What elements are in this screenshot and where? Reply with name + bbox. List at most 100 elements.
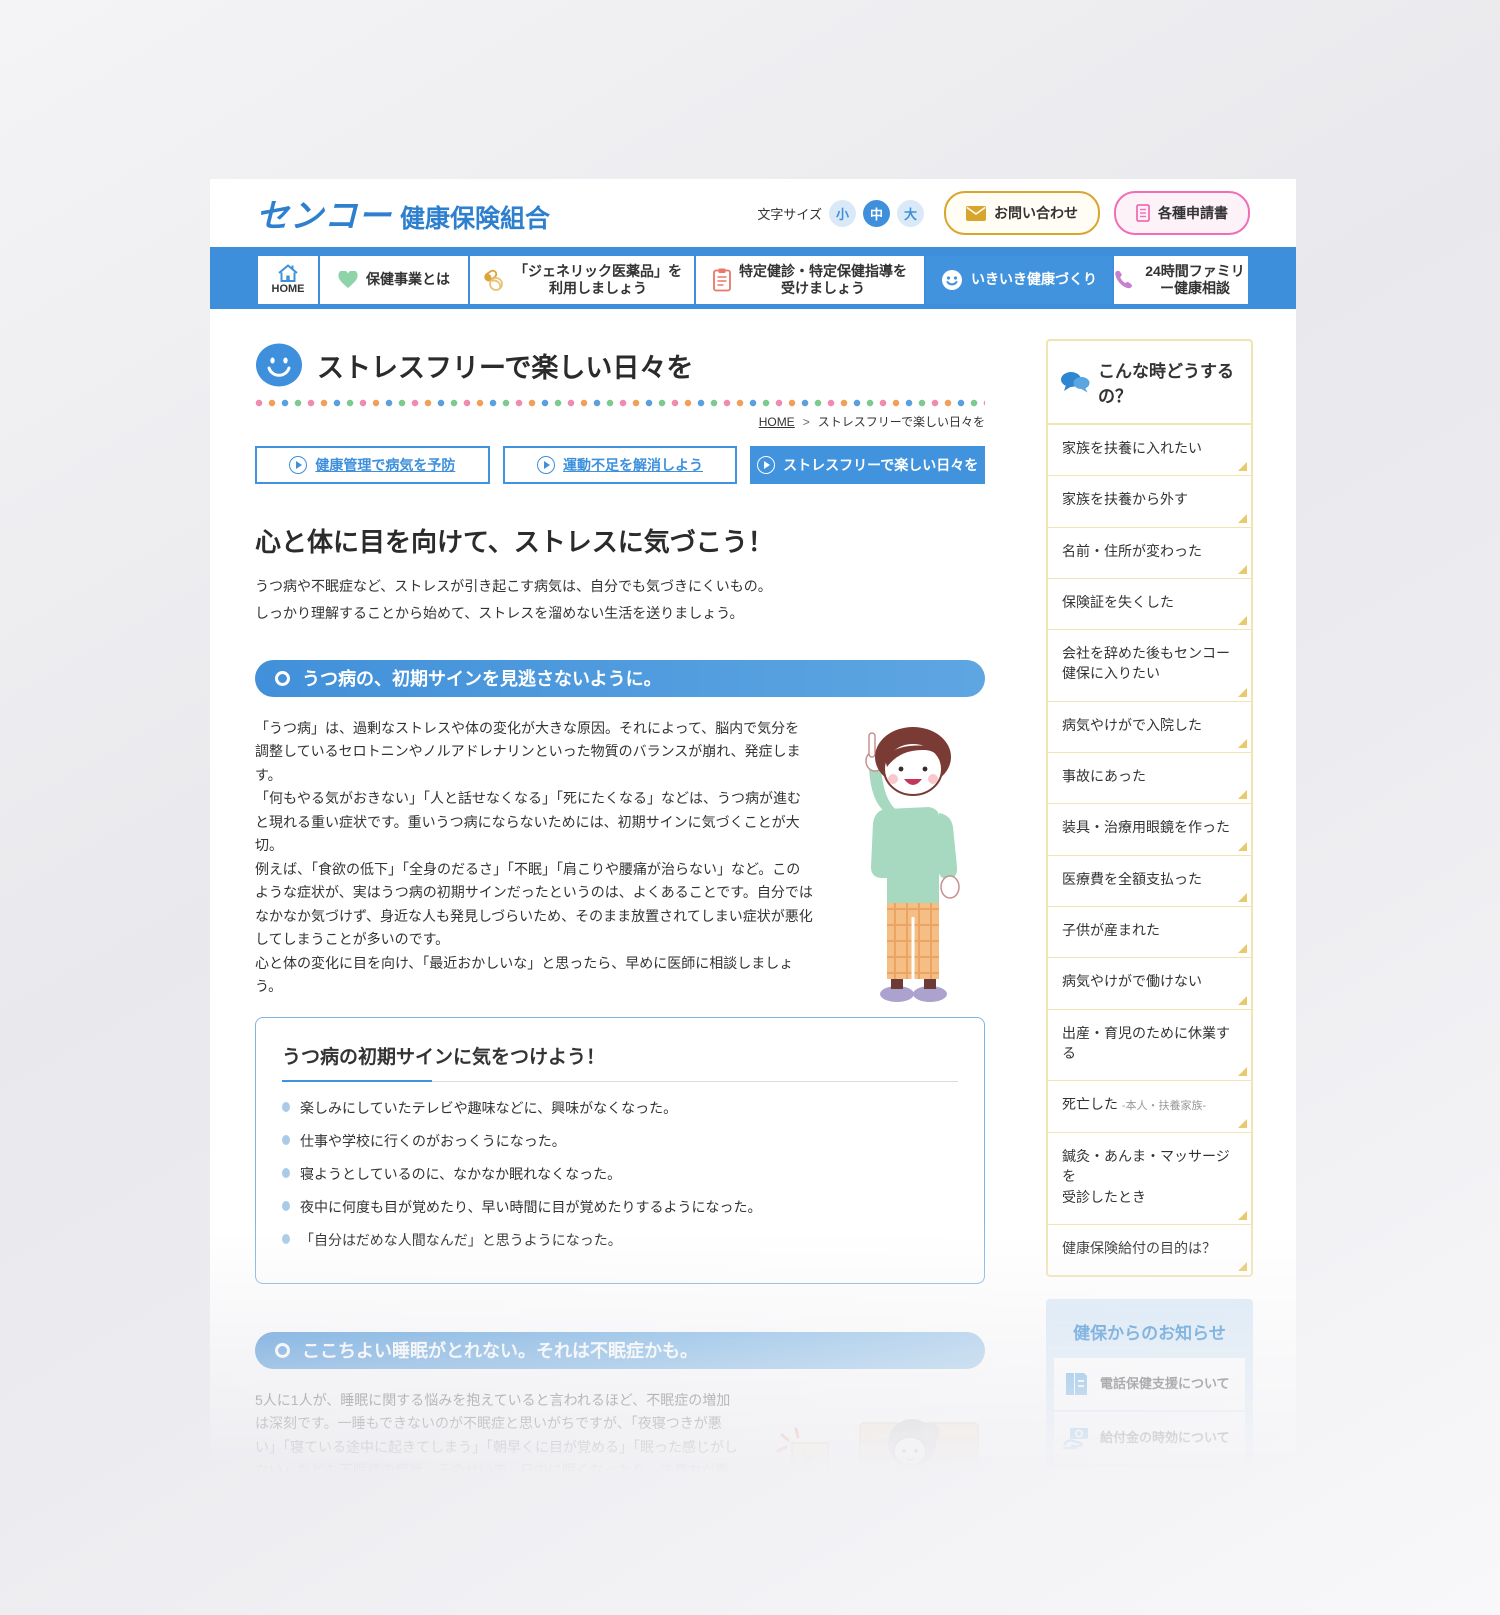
tab-stress-free[interactable]: ストレスフリーで楽しい日々を	[750, 446, 986, 484]
page-title: ストレスフリーで楽しい日々を	[317, 352, 694, 383]
list-item: 「自分はだめな人間なんだ」と思うようになった。	[282, 1230, 958, 1251]
breadcrumb-current: ストレスフリーで楽しい日々を	[817, 415, 985, 429]
heart-icon	[338, 271, 358, 289]
sidebar-item[interactable]: 装具・治療用眼鏡を作った	[1048, 804, 1251, 856]
list-item: 仕事や学校に行くのがおっくうになった。	[282, 1131, 958, 1152]
breadcrumb-separator: >	[802, 415, 810, 429]
sidebar-item-suffix: -本人・扶養家族-	[1121, 1100, 1207, 1113]
sidebar-item-label: 保険証を失くした	[1062, 593, 1174, 610]
site-logo[interactable]: センコー 健康保険組合	[256, 189, 550, 237]
sidebar-item-label: 病気やけがで入院した	[1062, 716, 1202, 733]
corner-triangle-icon	[1238, 944, 1247, 954]
font-size-widget: 文字サイズ 小 中 大	[757, 199, 924, 227]
font-size-large-button[interactable]: 大	[897, 199, 924, 227]
list-item: 夜中に何度も目が覚めたり、早い時間に目が覚めたりするようになった。	[282, 1197, 958, 1218]
logo-main: センコー	[256, 197, 392, 234]
nav-item-health-programs[interactable]: 保健事業とは	[320, 256, 468, 304]
corner-triangle-icon	[1238, 1262, 1247, 1272]
section-banner-insomnia: ここちよい睡眠がとれない。それは不眠症かも。	[255, 1331, 985, 1369]
sidebar-item[interactable]: 健康保険給付の目的は？	[1048, 1225, 1251, 1275]
breadcrumb-home-link[interactable]: HOME	[759, 415, 795, 429]
main-heading: 心と体に目を向けて、ストレスに気づこう！	[255, 527, 774, 557]
font-size-medium-button[interactable]: 中	[863, 199, 890, 227]
global-nav: HOME 保健事業とは 「ジェネリック医薬品」を 利用しましょう 特定健診・特定…	[210, 247, 1296, 309]
tab-label: 健康管理で病気を予防	[315, 457, 456, 473]
grandma-bed-illustration	[760, 1395, 985, 1509]
header-actions: 文字サイズ 小 中 大 お問い合わせ 各種申請書	[757, 191, 1250, 235]
list-item: 楽しみにしていたテレビや趣味などに、興味がなくなった。	[282, 1098, 958, 1119]
sidebar-item[interactable]: 出産・育児のために休業する	[1048, 1010, 1251, 1082]
sidebar-item[interactable]: 病気やけがで働けない	[1048, 958, 1251, 1010]
page-title-row: ストレスフリーで楽しい日々を	[255, 343, 985, 387]
insomnia-paragraphs: 5人に1人が、睡眠に関する悩みを抱えていると言われるほど、不眠症の増加は深刻です…	[255, 1389, 985, 1509]
sidebar-item[interactable]: 死亡した -本人・扶養家族-	[1048, 1081, 1251, 1134]
corner-triangle-icon	[1238, 564, 1247, 574]
sidebar-item[interactable]: 保険証を失くした	[1048, 579, 1251, 631]
sidebar-item[interactable]: 鍼灸・あんま・マッサージを 受診したとき	[1048, 1133, 1251, 1225]
dot-bullet-icon	[282, 1167, 290, 1178]
nav-item-generic-drugs[interactable]: 「ジェネリック医薬品」を 利用しましょう	[470, 256, 694, 304]
pills-icon	[482, 268, 506, 292]
play-circle-icon	[537, 456, 555, 474]
sidebar-item[interactable]: 事故にあった	[1048, 753, 1251, 805]
car-icon	[1062, 1493, 1094, 1509]
sidebar-item[interactable]: 病気やけがで入院した	[1048, 702, 1251, 754]
pointing-man-illustration	[835, 717, 985, 1007]
sidebar-item-label: 健康保険給付の目的は？	[1062, 1239, 1216, 1256]
qa-box-title-text: こんな時どうするの？	[1098, 362, 1234, 406]
play-circle-icon	[289, 456, 308, 474]
sidebar-item-label: 装具・治療用眼鏡を作った	[1062, 819, 1230, 836]
news-item-label: 給付金の時効について	[1100, 1430, 1230, 1446]
sidebar-item-label: 出産・育児のために休業する	[1062, 1024, 1230, 1061]
nav-item-health-checkup[interactable]: 特定健診・特定保健指導を 受けましょう	[696, 256, 924, 304]
tab-exercise[interactable]: 運動不足を解消しよう	[502, 446, 738, 484]
news-item-label: 電話保健支援について	[1100, 1376, 1230, 1392]
dot-bullet-icon	[282, 1200, 290, 1211]
forms-button[interactable]: 各種申請書	[1114, 191, 1250, 235]
forms-button-label: 各種申請書	[1158, 205, 1228, 221]
intro-line: うつ病や不眠症など、ストレスが引き起こす病気は、自分でも気づきにくいもの。	[255, 578, 772, 594]
tab-label: ストレスフリーで楽しい日々を	[783, 457, 979, 473]
envelope-icon	[966, 205, 986, 221]
sidebar-item[interactable]: 医療費を全額支払った	[1048, 856, 1251, 907]
list-item: 寝ようとしているのに、なかなか眠れなくなった。	[282, 1164, 958, 1185]
clipboard-icon	[713, 268, 731, 292]
sidebar-item[interactable]: 名前・住所が変わった	[1048, 528, 1251, 579]
corner-triangle-icon	[1238, 513, 1247, 523]
nav-item-healthy-living[interactable]: いきいき健康づくり	[926, 256, 1112, 304]
ring-bullet-icon	[275, 670, 290, 686]
news-item[interactable]: 電話保健支援について	[1054, 1358, 1245, 1411]
corner-triangle-icon	[1238, 616, 1247, 626]
nav-item-home[interactable]: HOME	[258, 256, 318, 304]
contact-button[interactable]: お問い合わせ	[944, 191, 1100, 235]
font-size-small-button[interactable]: 小	[829, 199, 856, 227]
list-item-text: 寝ようとしているのに、なかなか眠れなくなった。	[300, 1165, 622, 1182]
sidebar-item[interactable]: 家族を扶養に入れたい	[1048, 425, 1251, 477]
qa-box-title: こんな時どうするの？	[1048, 341, 1251, 425]
play-circle-icon	[757, 456, 776, 474]
list-item-text: 仕事や学校に行くのがおっくうになった。	[300, 1132, 566, 1149]
page-card: センコー 健康保険組合 文字サイズ 小 中 大 お問い合わせ 各種申請書 HOM…	[210, 179, 1296, 1509]
qa-box: こんな時どうするの？ 家族を扶養に入れたい 家族を扶養から外す 名前・住所が変わ…	[1046, 339, 1253, 1278]
breadcrumb: HOME > ストレスフリーで楽しい日々を	[255, 413, 985, 430]
speech-bubbles-icon	[1060, 371, 1090, 394]
news-item[interactable]: 給付金の時効について	[1054, 1412, 1245, 1465]
sidebar-item[interactable]: 子供が産まれた	[1048, 907, 1251, 959]
tab-disease-prevention[interactable]: 健康管理で病気を予防	[255, 446, 490, 484]
nav-item-label: HOME	[271, 282, 305, 295]
smiley-icon	[941, 269, 963, 291]
nav-item-family-consultation[interactable]: 24時間ファミリー健康相談	[1114, 256, 1248, 304]
corner-triangle-icon	[1238, 790, 1247, 800]
corner-triangle-icon	[1238, 1119, 1247, 1129]
news-item[interactable]: 交通事故で健康保険を 使うには健保に届け出を	[1054, 1466, 1245, 1509]
news-box: 健保からのお知らせ 電話保健支援について 給付金の時効について 交通事故で健康保…	[1046, 1299, 1253, 1509]
document-icon	[1062, 1370, 1090, 1398]
nav-item-label: 保健事業とは	[366, 271, 450, 288]
sidebar-item[interactable]: 会社を辞めた後もセンコー 健保に入りたい	[1048, 630, 1251, 702]
sidebar-item[interactable]: 家族を扶養から外す	[1048, 476, 1251, 528]
tab-label: 運動不足を解消しよう	[563, 457, 703, 473]
news-box-title: 健保からのお知らせ	[1073, 1324, 1226, 1344]
contact-button-label: お問い合わせ	[994, 205, 1078, 221]
dot-bullet-icon	[282, 1101, 290, 1112]
smiley-badge-icon	[255, 343, 303, 387]
